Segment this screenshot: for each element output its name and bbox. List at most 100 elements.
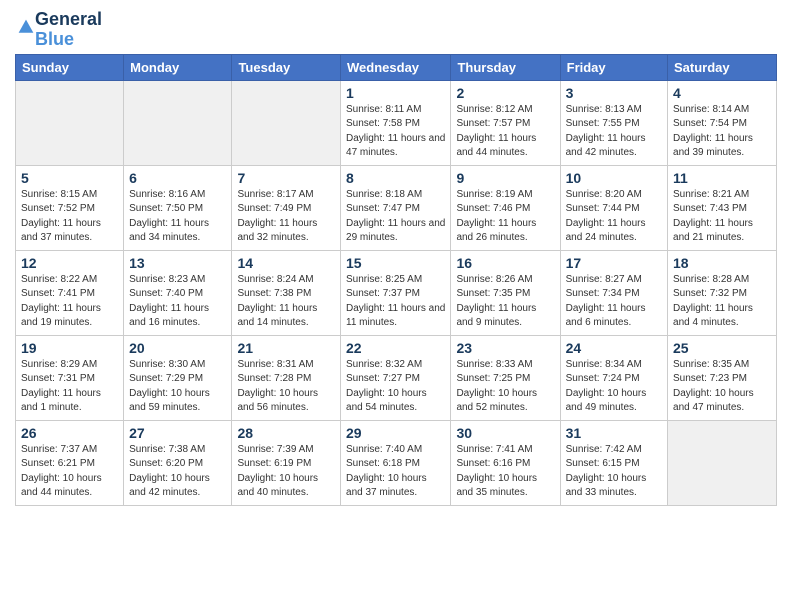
day-info: Sunrise: 8:17 AM Sunset: 7:49 PM Dayligh…	[237, 188, 335, 246]
day-info: Sunrise: 8:25 AM Sunset: 7:37 PM Dayligh…	[346, 273, 445, 331]
day-info: Sunrise: 8:21 AM Sunset: 7:43 PM Dayligh…	[673, 188, 771, 246]
day-number: 7	[237, 170, 335, 186]
day-number: 12	[21, 255, 118, 271]
calendar-cell: 31 Sunrise: 7:42 AM Sunset: 6:15 PM Dayli…	[560, 420, 667, 505]
calendar-cell: 24 Sunrise: 8:34 AM Sunset: 7:24 PM Dayli…	[560, 335, 667, 420]
day-number: 11	[673, 170, 771, 186]
day-number: 29	[346, 425, 445, 441]
calendar-cell: 4 Sunrise: 8:14 AM Sunset: 7:54 PM Daylig…	[668, 80, 777, 165]
day-info: Sunrise: 8:24 AM Sunset: 7:38 PM Dayligh…	[237, 273, 335, 331]
day-number: 9	[456, 170, 554, 186]
weekday-header-wednesday: Wednesday	[341, 54, 451, 80]
calendar-cell: 30 Sunrise: 7:41 AM Sunset: 6:16 PM Dayli…	[451, 420, 560, 505]
day-number: 5	[21, 170, 118, 186]
day-number: 28	[237, 425, 335, 441]
day-info: Sunrise: 8:33 AM Sunset: 7:25 PM Dayligh…	[456, 358, 554, 416]
day-info: Sunrise: 7:39 AM Sunset: 6:19 PM Dayligh…	[237, 443, 335, 501]
day-info: Sunrise: 8:30 AM Sunset: 7:29 PM Dayligh…	[129, 358, 226, 416]
day-info: Sunrise: 8:35 AM Sunset: 7:23 PM Dayligh…	[673, 358, 771, 416]
day-number: 15	[346, 255, 445, 271]
day-number: 3	[566, 85, 662, 101]
calendar-cell	[232, 80, 341, 165]
calendar-cell: 19 Sunrise: 8:29 AM Sunset: 7:31 PM Dayli…	[16, 335, 124, 420]
day-number: 20	[129, 340, 226, 356]
logo-icon	[17, 18, 35, 36]
weekday-header-tuesday: Tuesday	[232, 54, 341, 80]
day-info: Sunrise: 8:18 AM Sunset: 7:47 PM Dayligh…	[346, 188, 445, 246]
day-number: 18	[673, 255, 771, 271]
day-number: 19	[21, 340, 118, 356]
calendar-cell: 21Sunrise: 8:31 AM Sunset: 7:28 PM Dayli…	[232, 335, 341, 420]
weekday-header-friday: Friday	[560, 54, 667, 80]
calendar-cell: 2 Sunrise: 8:12 AM Sunset: 7:57 PM Daylig…	[451, 80, 560, 165]
day-info: Sunrise: 8:34 AM Sunset: 7:24 PM Dayligh…	[566, 358, 662, 416]
calendar-cell: 13 Sunrise: 8:23 AM Sunset: 7:40 PM Dayli…	[124, 250, 232, 335]
day-info: Sunrise: 8:16 AM Sunset: 7:50 PM Dayligh…	[129, 188, 226, 246]
calendar-week-row: 19 Sunrise: 8:29 AM Sunset: 7:31 PM Dayli…	[16, 335, 777, 420]
calendar-cell: 28 Sunrise: 7:39 AM Sunset: 6:19 PM Dayli…	[232, 420, 341, 505]
day-number: 31	[566, 425, 662, 441]
day-info: Sunrise: 8:29 AM Sunset: 7:31 PM Dayligh…	[21, 358, 118, 416]
calendar-cell: 9 Sunrise: 8:19 AM Sunset: 7:46 PM Daylig…	[451, 165, 560, 250]
calendar-cell: 6 Sunrise: 8:16 AM Sunset: 7:50 PM Daylig…	[124, 165, 232, 250]
day-info: Sunrise: 7:38 AM Sunset: 6:20 PM Dayligh…	[129, 443, 226, 501]
calendar-cell: 25 Sunrise: 8:35 AM Sunset: 7:23 PM Dayli…	[668, 335, 777, 420]
day-info: Sunrise: 7:37 AM Sunset: 6:21 PM Dayligh…	[21, 443, 118, 501]
day-info: Sunrise: 8:26 AM Sunset: 7:35 PM Dayligh…	[456, 273, 554, 331]
day-number: 16	[456, 255, 554, 271]
day-info: Sunrise: 8:14 AM Sunset: 7:54 PM Dayligh…	[673, 103, 771, 161]
calendar-cell	[124, 80, 232, 165]
calendar-cell: 1Sunrise: 8:11 AM Sunset: 7:58 PM Daylig…	[341, 80, 451, 165]
day-number: 14	[237, 255, 335, 271]
weekday-header-row: SundayMondayTuesdayWednesdayThursdayFrid…	[16, 54, 777, 80]
logo-text: General Blue	[35, 10, 102, 50]
day-number: 10	[566, 170, 662, 186]
day-info: Sunrise: 8:28 AM Sunset: 7:32 PM Dayligh…	[673, 273, 771, 331]
day-info: Sunrise: 7:41 AM Sunset: 6:16 PM Dayligh…	[456, 443, 554, 501]
day-info: Sunrise: 8:19 AM Sunset: 7:46 PM Dayligh…	[456, 188, 554, 246]
day-number: 17	[566, 255, 662, 271]
weekday-header-thursday: Thursday	[451, 54, 560, 80]
day-info: Sunrise: 8:22 AM Sunset: 7:41 PM Dayligh…	[21, 273, 118, 331]
calendar-cell: 17 Sunrise: 8:27 AM Sunset: 7:34 PM Dayli…	[560, 250, 667, 335]
day-info: Sunrise: 8:27 AM Sunset: 7:34 PM Dayligh…	[566, 273, 662, 331]
day-info: Sunrise: 8:15 AM Sunset: 7:52 PM Dayligh…	[21, 188, 118, 246]
logo: General Blue	[15, 10, 102, 50]
day-number: 22	[346, 340, 445, 356]
calendar-cell	[668, 420, 777, 505]
calendar-cell: 29 Sunrise: 7:40 AM Sunset: 6:18 PM Dayli…	[341, 420, 451, 505]
calendar-cell: 15 Sunrise: 8:25 AM Sunset: 7:37 PM Dayli…	[341, 250, 451, 335]
calendar-cell: 26 Sunrise: 7:37 AM Sunset: 6:21 PM Dayli…	[16, 420, 124, 505]
day-info: Sunrise: 7:40 AM Sunset: 6:18 PM Dayligh…	[346, 443, 445, 501]
day-number: 4	[673, 85, 771, 101]
day-info: Sunrise: 8:13 AM Sunset: 7:55 PM Dayligh…	[566, 103, 662, 161]
day-number: 8	[346, 170, 445, 186]
calendar-cell: 23Sunrise: 8:33 AM Sunset: 7:25 PM Dayli…	[451, 335, 560, 420]
day-info: Sunrise: 8:12 AM Sunset: 7:57 PM Dayligh…	[456, 103, 554, 161]
calendar-cell: 14 Sunrise: 8:24 AM Sunset: 7:38 PM Dayli…	[232, 250, 341, 335]
day-number: 24	[566, 340, 662, 356]
calendar-week-row: 26 Sunrise: 7:37 AM Sunset: 6:21 PM Dayli…	[16, 420, 777, 505]
weekday-header-saturday: Saturday	[668, 54, 777, 80]
weekday-header-sunday: Sunday	[16, 54, 124, 80]
calendar-week-row: 1Sunrise: 8:11 AM Sunset: 7:58 PM Daylig…	[16, 80, 777, 165]
day-info: Sunrise: 8:23 AM Sunset: 7:40 PM Dayligh…	[129, 273, 226, 331]
calendar-table: SundayMondayTuesdayWednesdayThursdayFrid…	[15, 54, 777, 506]
calendar-cell: 7 Sunrise: 8:17 AM Sunset: 7:49 PM Daylig…	[232, 165, 341, 250]
header: General Blue	[15, 10, 777, 50]
calendar-week-row: 12 Sunrise: 8:22 AM Sunset: 7:41 PM Dayli…	[16, 250, 777, 335]
day-number: 2	[456, 85, 554, 101]
day-number: 30	[456, 425, 554, 441]
day-number: 26	[21, 425, 118, 441]
day-number: 6	[129, 170, 226, 186]
day-number: 25	[673, 340, 771, 356]
calendar-cell: 3 Sunrise: 8:13 AM Sunset: 7:55 PM Daylig…	[560, 80, 667, 165]
calendar-cell: 10Sunrise: 8:20 AM Sunset: 7:44 PM Dayli…	[560, 165, 667, 250]
day-info: Sunrise: 7:42 AM Sunset: 6:15 PM Dayligh…	[566, 443, 662, 501]
day-number: 13	[129, 255, 226, 271]
calendar-cell: 8 Sunrise: 8:18 AM Sunset: 7:47 PM Daylig…	[341, 165, 451, 250]
day-info: Sunrise: 8:32 AM Sunset: 7:27 PM Dayligh…	[346, 358, 445, 416]
day-number: 1	[346, 85, 445, 101]
calendar-cell: 20 Sunrise: 8:30 AM Sunset: 7:29 PM Dayli…	[124, 335, 232, 420]
page-container: General Blue SundayMondayTuesdayWednesda…	[0, 0, 792, 516]
